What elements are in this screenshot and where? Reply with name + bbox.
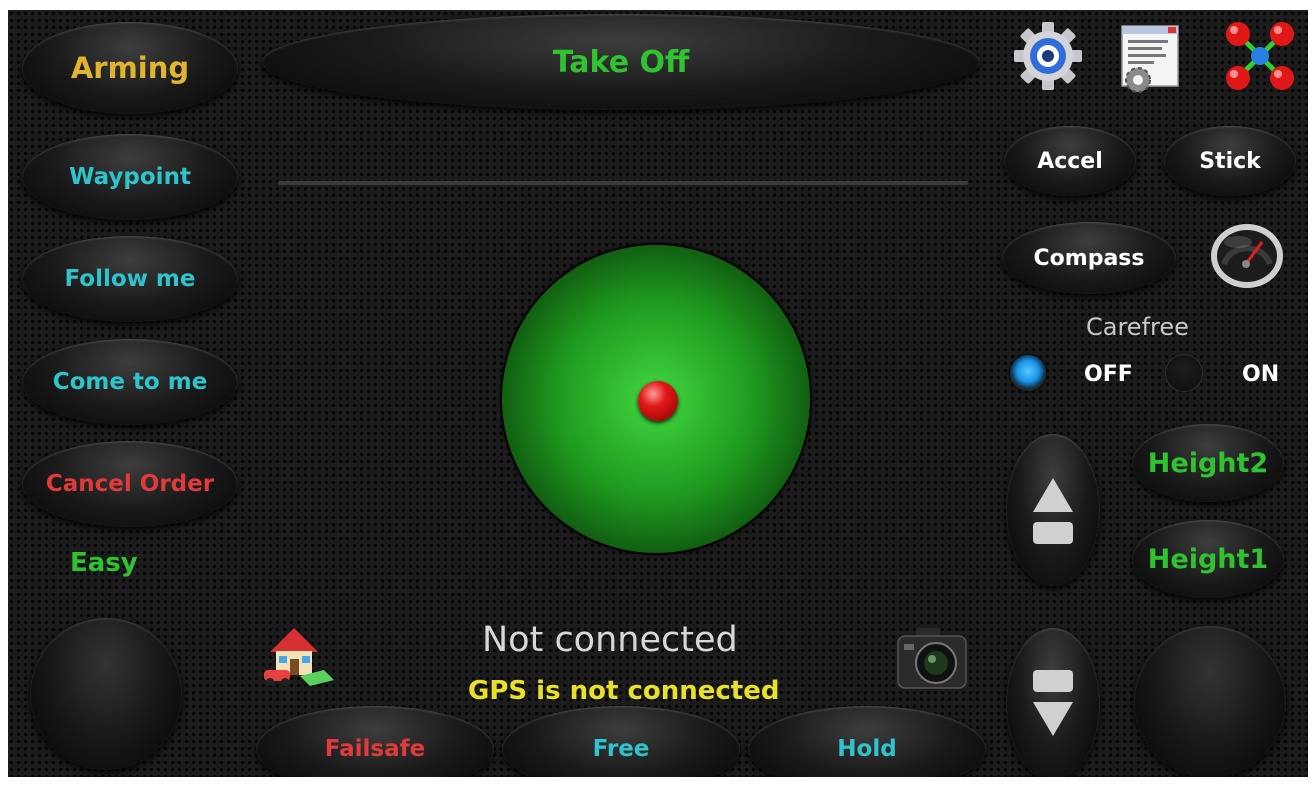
failsafe-button[interactable]: Failsafe <box>256 706 494 777</box>
hold-button[interactable]: Hold <box>748 706 986 777</box>
carefree-off-radio[interactable] <box>1010 355 1046 391</box>
height1-button[interactable]: Height1 <box>1132 520 1284 598</box>
flight-mode-label: Easy <box>70 548 138 578</box>
arrow-up-icon <box>1033 478 1073 544</box>
home-icon[interactable] <box>260 618 336 690</box>
carefree-off-label: OFF <box>1084 362 1133 387</box>
settings-gear-icon[interactable] <box>1010 18 1086 94</box>
arrow-down-icon <box>1033 670 1073 736</box>
come-to-me-button[interactable]: Come to me <box>22 339 238 425</box>
divider-line <box>278 181 968 185</box>
attitude-position-dot[interactable] <box>638 381 678 421</box>
arming-button[interactable]: Arming <box>22 22 238 114</box>
cancel-order-button[interactable]: Cancel Order <box>22 441 238 527</box>
take-off-button[interactable]: Take Off <box>262 14 980 110</box>
follow-me-button[interactable]: Follow me <box>22 236 238 322</box>
altitude-down-button[interactable] <box>1006 628 1100 777</box>
quadcopter-icon[interactable] <box>1222 18 1298 94</box>
right-joystick-button[interactable] <box>1134 626 1286 777</box>
stick-button[interactable]: Stick <box>1164 126 1296 196</box>
connection-status: Not connected <box>482 620 738 660</box>
left-joystick-button[interactable] <box>30 618 182 770</box>
control-screen: Arming Waypoint Follow me Come to me Can… <box>8 10 1308 777</box>
speedometer-icon[interactable] <box>1208 222 1286 290</box>
accel-button[interactable]: Accel <box>1004 126 1136 196</box>
carefree-on-radio[interactable] <box>1166 355 1202 391</box>
free-button[interactable]: Free <box>502 706 740 777</box>
carefree-title: Carefree <box>1086 313 1189 341</box>
carefree-on-label: ON <box>1242 362 1280 387</box>
compass-button[interactable]: Compass <box>1002 222 1176 294</box>
camera-icon[interactable] <box>894 624 970 692</box>
waypoint-button[interactable]: Waypoint <box>22 134 238 220</box>
height2-button[interactable]: Height2 <box>1132 424 1284 502</box>
altitude-up-button[interactable] <box>1006 434 1100 586</box>
config-document-icon[interactable] <box>1112 20 1188 96</box>
gps-status: GPS is not connected <box>468 676 780 706</box>
